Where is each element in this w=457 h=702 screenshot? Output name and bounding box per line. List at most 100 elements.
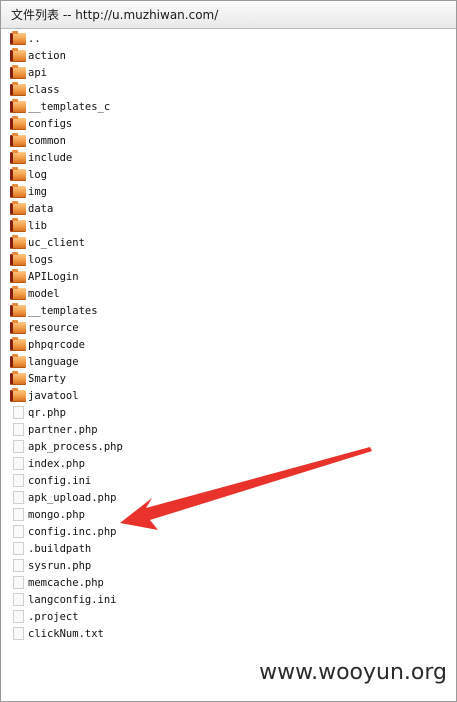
- file-item-config-ini[interactable]: config.ini: [10, 472, 123, 489]
- item-label: common: [28, 134, 66, 147]
- folder-item-class[interactable]: class: [10, 81, 123, 98]
- folder-item-img[interactable]: img: [10, 183, 123, 200]
- folder-item-model[interactable]: model: [10, 285, 123, 302]
- folder-item-api[interactable]: api: [10, 64, 123, 81]
- item-label: include: [28, 151, 73, 164]
- folder-item-javatool[interactable]: javatool: [10, 387, 123, 404]
- folder-item-log[interactable]: log: [10, 166, 123, 183]
- file-item-clickNum-txt[interactable]: clickNum.txt: [10, 625, 123, 642]
- folder-icon: [10, 268, 26, 283]
- item-label: model: [28, 287, 60, 300]
- folder-icon: [10, 30, 26, 45]
- item-label: data: [28, 202, 54, 215]
- folder-icon: [10, 387, 26, 402]
- item-label: index.php: [28, 457, 85, 470]
- folder-item-data[interactable]: data: [10, 200, 123, 217]
- folder-icon: [10, 370, 26, 385]
- folder-icon: [10, 285, 26, 300]
- file-list: .. action api class __templates_cconfigs comm…: [10, 30, 123, 642]
- file-item-project[interactable]: .project: [10, 608, 123, 625]
- folder-item-templates[interactable]: __templates: [10, 302, 123, 319]
- item-label: api: [28, 66, 47, 79]
- folder-icon: [10, 234, 26, 249]
- file-item-sysrun-php[interactable]: sysrun.php: [10, 557, 123, 574]
- file-icon: [13, 627, 24, 640]
- folder-item-resource[interactable]: resource: [10, 319, 123, 336]
- item-label: ..: [28, 32, 41, 45]
- folder-item-lib[interactable]: lib: [10, 217, 123, 234]
- item-label: class: [28, 83, 60, 96]
- folder-icon: [10, 302, 26, 317]
- file-icon: [13, 542, 24, 555]
- folder-icon: [10, 217, 26, 232]
- file-item-apk-upload-php[interactable]: apk_upload.php: [10, 489, 123, 506]
- file-icon: [13, 576, 24, 589]
- item-label: apk_upload.php: [28, 491, 117, 504]
- folder-icon: [10, 149, 26, 164]
- item-label: APILogin: [28, 270, 79, 283]
- file-item-config-inc-php[interactable]: config.inc.php: [10, 523, 123, 540]
- file-item-apk-process-php[interactable]: apk_process.php: [10, 438, 123, 455]
- file-icon: [13, 474, 24, 487]
- item-label: javatool: [28, 389, 79, 402]
- folder-icon: [10, 336, 26, 351]
- item-label: logs: [28, 253, 54, 266]
- file-icon: [13, 423, 24, 436]
- item-label: __templates: [28, 304, 98, 317]
- folder-item-logs[interactable]: logs: [10, 251, 123, 268]
- file-list-window: 文件列表 -- http://u.muzhiwan.com/ .. action a…: [0, 0, 457, 702]
- folder-item-uc-client[interactable]: uc_client: [10, 234, 123, 251]
- folder-item-parent[interactable]: ..: [10, 30, 123, 47]
- folder-icon: [10, 200, 26, 215]
- file-icon: [13, 525, 24, 538]
- item-label: partner.php: [28, 423, 98, 436]
- item-label: memcache.php: [28, 576, 104, 589]
- file-item-mongo-php[interactable]: mongo.php: [10, 506, 123, 523]
- file-icon: [13, 508, 24, 521]
- file-icon: [13, 440, 24, 453]
- file-item-langconfig-ini[interactable]: langconfig.ini: [10, 591, 123, 608]
- folder-item-phpqrcode[interactable]: phpqrcode: [10, 336, 123, 353]
- item-label: sysrun.php: [28, 559, 92, 572]
- item-label: langconfig.ini: [28, 593, 117, 606]
- folder-item-templates-c[interactable]: __templates_c: [10, 98, 123, 115]
- file-icon: [13, 457, 24, 470]
- item-label: configs: [28, 117, 73, 130]
- file-item-index-php[interactable]: index.php: [10, 455, 123, 472]
- file-icon: [13, 593, 24, 606]
- folder-item-include[interactable]: include: [10, 149, 123, 166]
- item-label: mongo.php: [28, 508, 85, 521]
- folder-item-Smarty[interactable]: Smarty: [10, 370, 123, 387]
- file-icon: [13, 406, 24, 419]
- item-label: lib: [28, 219, 47, 232]
- item-label: Smarty: [28, 372, 66, 385]
- item-label: resource: [28, 321, 79, 334]
- item-label: phpqrcode: [28, 338, 85, 351]
- item-label: log: [28, 168, 47, 181]
- folder-item-common[interactable]: common: [10, 132, 123, 149]
- file-icon: [13, 610, 24, 623]
- item-label: config.ini: [28, 474, 92, 487]
- item-label: qr.php: [28, 406, 66, 419]
- item-label: apk_process.php: [28, 440, 123, 453]
- item-label: __templates_c: [28, 100, 111, 113]
- item-label: img: [28, 185, 47, 198]
- folder-item-action[interactable]: action: [10, 47, 123, 64]
- file-icon: [13, 491, 24, 504]
- item-label: language: [28, 355, 79, 368]
- folder-item-APILogin[interactable]: APILogin: [10, 268, 123, 285]
- item-label: uc_client: [28, 236, 85, 249]
- file-item-qr-php[interactable]: qr.php: [10, 404, 123, 421]
- file-item-buildpath[interactable]: .buildpath: [10, 540, 123, 557]
- file-item-memcache-php[interactable]: memcache.php: [10, 574, 123, 591]
- folder-icon: [10, 166, 26, 181]
- file-item-partner-php[interactable]: partner.php: [10, 421, 123, 438]
- folder-icon: [10, 98, 26, 113]
- window-title: 文件列表 -- http://u.muzhiwan.com/: [1, 1, 456, 29]
- folder-icon: [10, 183, 26, 198]
- folder-icon: [10, 353, 26, 368]
- folder-item-language[interactable]: language: [10, 353, 123, 370]
- watermark: www.wooyun.org: [259, 660, 447, 685]
- item-label: clickNum.txt: [28, 627, 104, 640]
- folder-item-configs[interactable]: configs: [10, 115, 123, 132]
